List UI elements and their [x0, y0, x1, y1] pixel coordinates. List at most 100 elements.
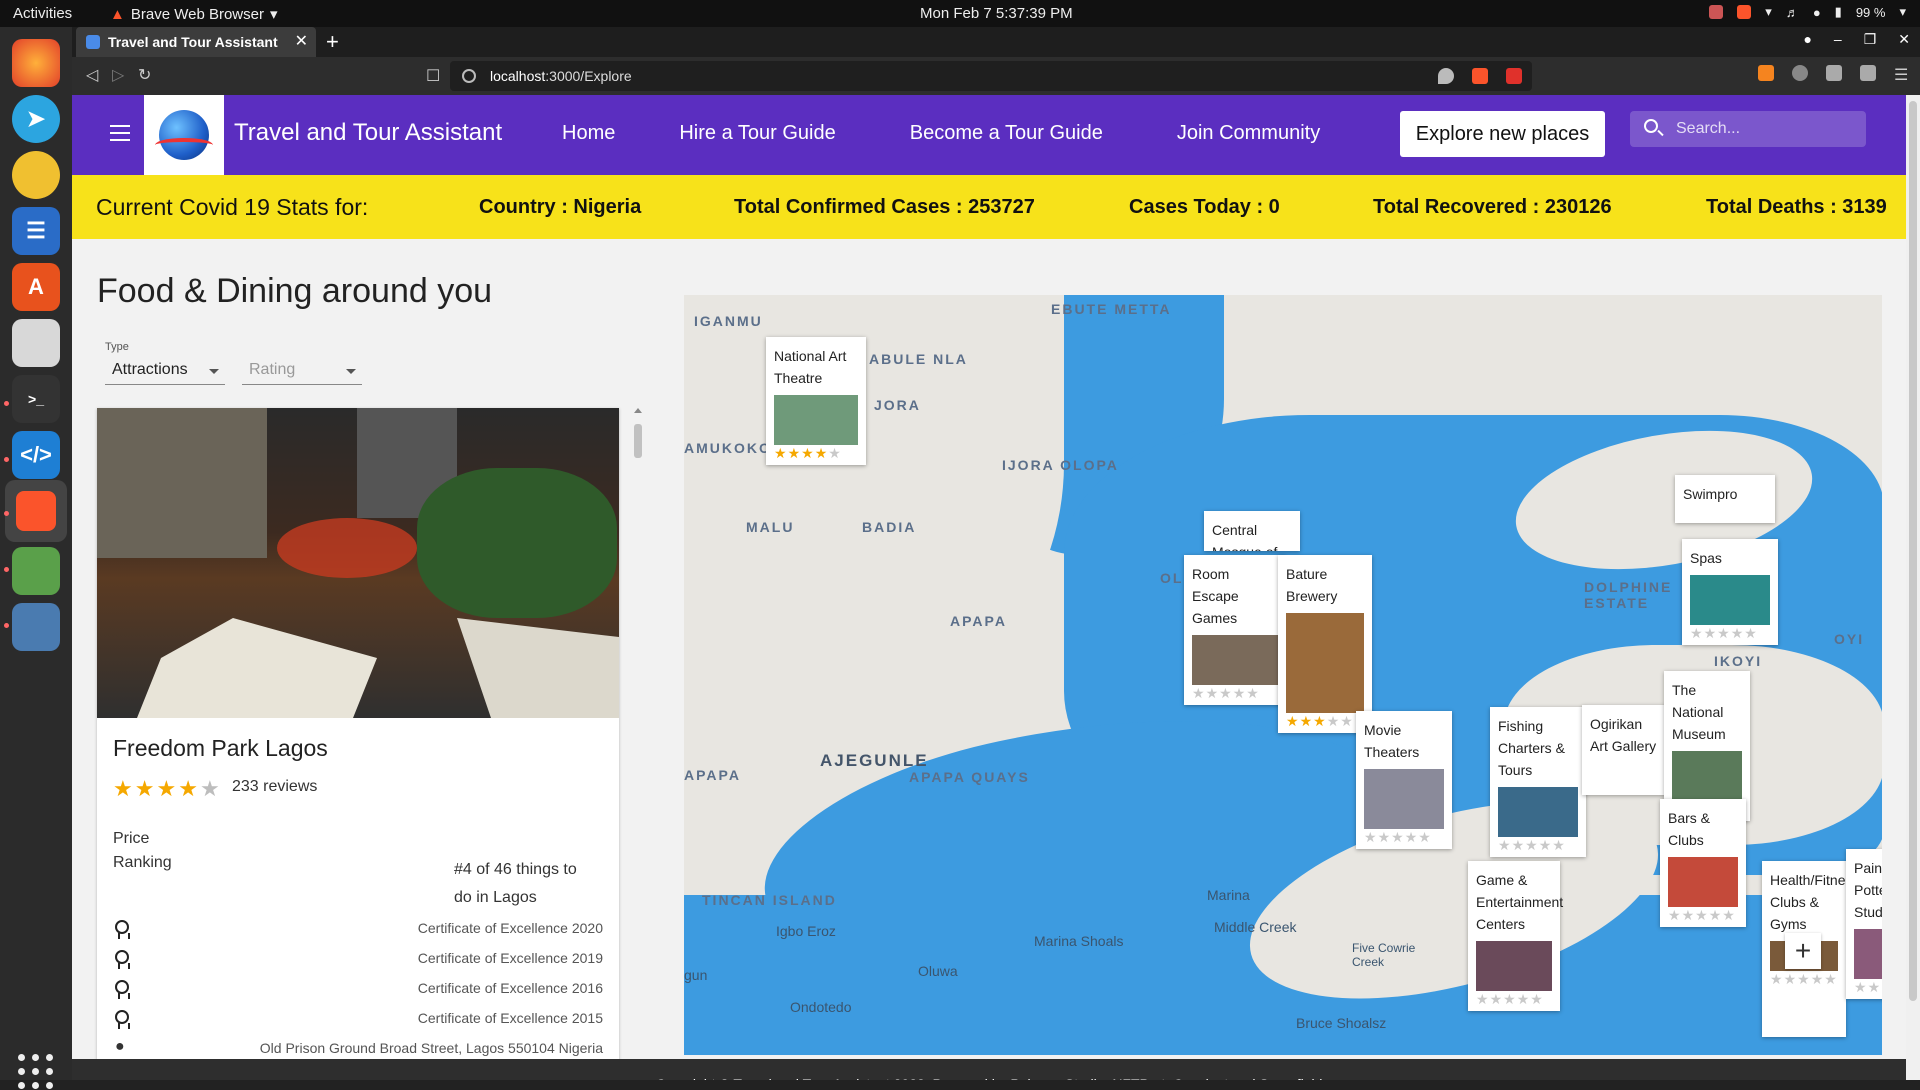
brand-title[interactable]: Travel and Tour Assistant — [234, 119, 502, 147]
brave-rewards-icon[interactable] — [1506, 68, 1522, 84]
app-menu[interactable]: ▲ Brave Web Browser ▾ — [110, 5, 278, 24]
new-tab-icon[interactable]: + — [326, 29, 339, 55]
metamask-icon[interactable] — [1758, 65, 1774, 81]
bookmark-icon[interactable]: ☐ — [426, 66, 440, 86]
menu-icon[interactable]: ☰ — [1894, 65, 1910, 84]
review-count[interactable]: 233 reviews — [232, 778, 317, 796]
map-area-label: OYI — [1834, 631, 1865, 647]
certificate-text: Certificate of Excellence 2019 — [417, 950, 603, 966]
map-poi-card[interactable]: Paint & Pottery Studios ★★★★★ — [1846, 849, 1882, 999]
map-poi-card[interactable]: Bature Brewery ★ ★ ★ ★ ★ — [1278, 555, 1372, 733]
browser-toolbar: ◁ ▷ ↻ ☐ localhost:3000/Explore ☰ — [72, 57, 1920, 95]
map-poi-card[interactable]: Game & Entertainment Centers ★ ★ ★ ★ ★ — [1468, 861, 1563, 1011]
image-viewer-icon[interactable] — [12, 547, 60, 595]
volume-icon[interactable]: ♬ — [1786, 5, 1799, 20]
restore-icon[interactable]: ❐ — [1864, 31, 1877, 48]
map-poi-card[interactable]: Bars & Clubs ★ ★ ★ ★ ★ — [1660, 799, 1746, 927]
certificate-row: Certificate of Excellence 2015 — [113, 1008, 603, 1030]
location-icon[interactable] — [1438, 68, 1454, 84]
back-icon[interactable]: ◁ — [86, 65, 98, 85]
screenshot-icon[interactable] — [1709, 5, 1724, 19]
firefox-icon[interactable] — [12, 39, 60, 87]
puzzle-icon[interactable] — [1826, 65, 1842, 81]
map-poi-card[interactable]: Swimpro — [1675, 475, 1775, 523]
map-poi-card[interactable]: Spas ★ ★ ★ ★ ★ — [1682, 539, 1778, 645]
brave-shield-icon[interactable] — [1737, 5, 1752, 19]
scroll-up-icon[interactable] — [634, 408, 642, 413]
certificate-row: Certificate of Excellence 2019 — [113, 948, 603, 970]
rating-select[interactable]: Rating — [242, 357, 362, 385]
browser-window: Travel and Tour Assistant ✕ + ● – ❐ ✕ ◁ … — [72, 27, 1920, 1080]
close-window-icon[interactable]: ✕ — [1898, 31, 1910, 48]
certificate-row: Certificate of Excellence 2016 — [113, 978, 603, 1000]
map-poi-card[interactable]: Fishing Charters & Tours ★ ★ ★ ★ ★ — [1490, 707, 1586, 857]
map-view[interactable]: IGANMU ABULE NLA EBUTE METTA JORA AMUKOK… — [684, 295, 1882, 1055]
nav-home[interactable]: Home — [562, 122, 615, 145]
brave-browser-icon[interactable] — [5, 480, 67, 542]
system-clock[interactable]: Mon Feb 7 5:37:39 PM — [920, 5, 1073, 22]
minimize-icon[interactable]: – — [1834, 31, 1842, 48]
map-poi-card[interactable]: National Art Theatre ★ ★ ★ ★ ★ — [766, 337, 866, 465]
map-poi-card[interactable]: Movie Theaters ★ ★ ★ ★ ★ — [1356, 711, 1452, 849]
place-name: Freedom Park Lagos — [113, 735, 328, 761]
wifi-icon[interactable]: ▾ — [1765, 4, 1772, 20]
extension-icon[interactable] — [1792, 65, 1808, 81]
reload-icon[interactable]: ↻ — [138, 65, 151, 85]
forward-icon[interactable]: ▷ — [112, 65, 124, 85]
nav-join-community[interactable]: Join Community — [1177, 122, 1320, 145]
scroll-thumb[interactable] — [634, 424, 642, 458]
map-zoom-in-button[interactable]: + — [1785, 933, 1821, 969]
system-tray[interactable]: ▾ ♬ ● ▮ 99 % ▾ — [1709, 4, 1906, 20]
covid-confirmed: Total Confirmed Cases : 253727 — [734, 195, 1035, 218]
map-poi-card[interactable]: Room Escape Games ★ ★ ★ ★ ★ — [1184, 555, 1286, 705]
show-applications-icon[interactable] — [18, 1054, 54, 1090]
map-area-label: DOLPHINE ESTATE — [1584, 579, 1673, 611]
scroll-thumb[interactable] — [1909, 101, 1917, 1001]
telegram-icon[interactable]: ➤ — [12, 95, 60, 143]
tab-travel-and-tour[interactable]: Travel and Tour Assistant ✕ — [76, 27, 316, 57]
page-heading: Food & Dining around you — [97, 272, 493, 310]
files-icon[interactable] — [12, 319, 60, 367]
terminal-icon[interactable]: >_ — [12, 375, 60, 423]
nav-become-tour-guide[interactable]: Become a Tour Guide — [910, 122, 1103, 145]
hamburger-menu-icon[interactable] — [110, 125, 130, 146]
writer-icon[interactable]: ☰ — [12, 207, 60, 255]
brand-logo[interactable] — [144, 95, 224, 175]
type-value: Attractions — [112, 361, 188, 378]
brave-shields-icon[interactable] — [1472, 68, 1488, 84]
search-icon — [1644, 119, 1658, 133]
page-scrollbar[interactable] — [1906, 95, 1920, 1080]
window-controls: ● – ❐ ✕ — [1803, 31, 1910, 48]
poi-rating-stars: ★★★★★ — [1770, 971, 1837, 987]
tab-search-icon[interactable]: ● — [1803, 31, 1811, 48]
nav-hire-tour-guide[interactable]: Hire a Tour Guide — [679, 122, 835, 145]
screen-recorder-icon[interactable] — [12, 603, 60, 651]
map-place-label: Bruce Shoalsz — [1296, 1015, 1387, 1031]
battery-icon[interactable]: ▮ — [1835, 4, 1842, 20]
wallet-icon[interactable] — [1860, 65, 1876, 81]
map-poi-card[interactable]: Central Mosque of — [1204, 511, 1300, 551]
poi-rating-stars: ★★★★★ — [1364, 829, 1431, 845]
vscode-icon[interactable]: </> — [12, 431, 60, 479]
activities-button[interactable]: Activities — [13, 5, 72, 22]
dropdown-arrow-icon — [209, 369, 219, 374]
covid-country: Country : Nigeria — [479, 195, 642, 218]
close-tab-icon[interactable]: ✕ — [295, 31, 308, 51]
price-label: Price — [113, 830, 150, 847]
chevron-down-icon[interactable]: ▾ — [1899, 4, 1906, 20]
software-center-icon[interactable]: A — [12, 263, 60, 311]
type-select[interactable]: Attractions — [105, 357, 225, 385]
site-info-icon[interactable] — [462, 69, 476, 83]
running-indicator — [4, 401, 9, 406]
page-footer: Copyright © Travel and Tour Assistant 20… — [72, 1059, 1906, 1080]
map-poi-card[interactable]: Ogirikan Art Gallery — [1582, 705, 1666, 795]
microphone-icon[interactable]: ● — [1813, 5, 1821, 20]
explore-new-places-button[interactable]: Explore new places — [1400, 111, 1605, 157]
ubuntu-dock: ➤ ☰ A >_ </> — [0, 27, 72, 1089]
address-bar[interactable]: localhost:3000/Explore — [450, 61, 1532, 91]
rhythmbox-icon[interactable] — [12, 151, 60, 199]
list-scrollbar[interactable] — [634, 408, 642, 1080]
url-host: localhost — [490, 68, 546, 84]
search-input[interactable]: Search... — [1630, 111, 1866, 147]
place-card[interactable]: Freedom Park Lagos ★ ★ ★ ★ ★ 233 reviews Pri… — [97, 408, 619, 1080]
